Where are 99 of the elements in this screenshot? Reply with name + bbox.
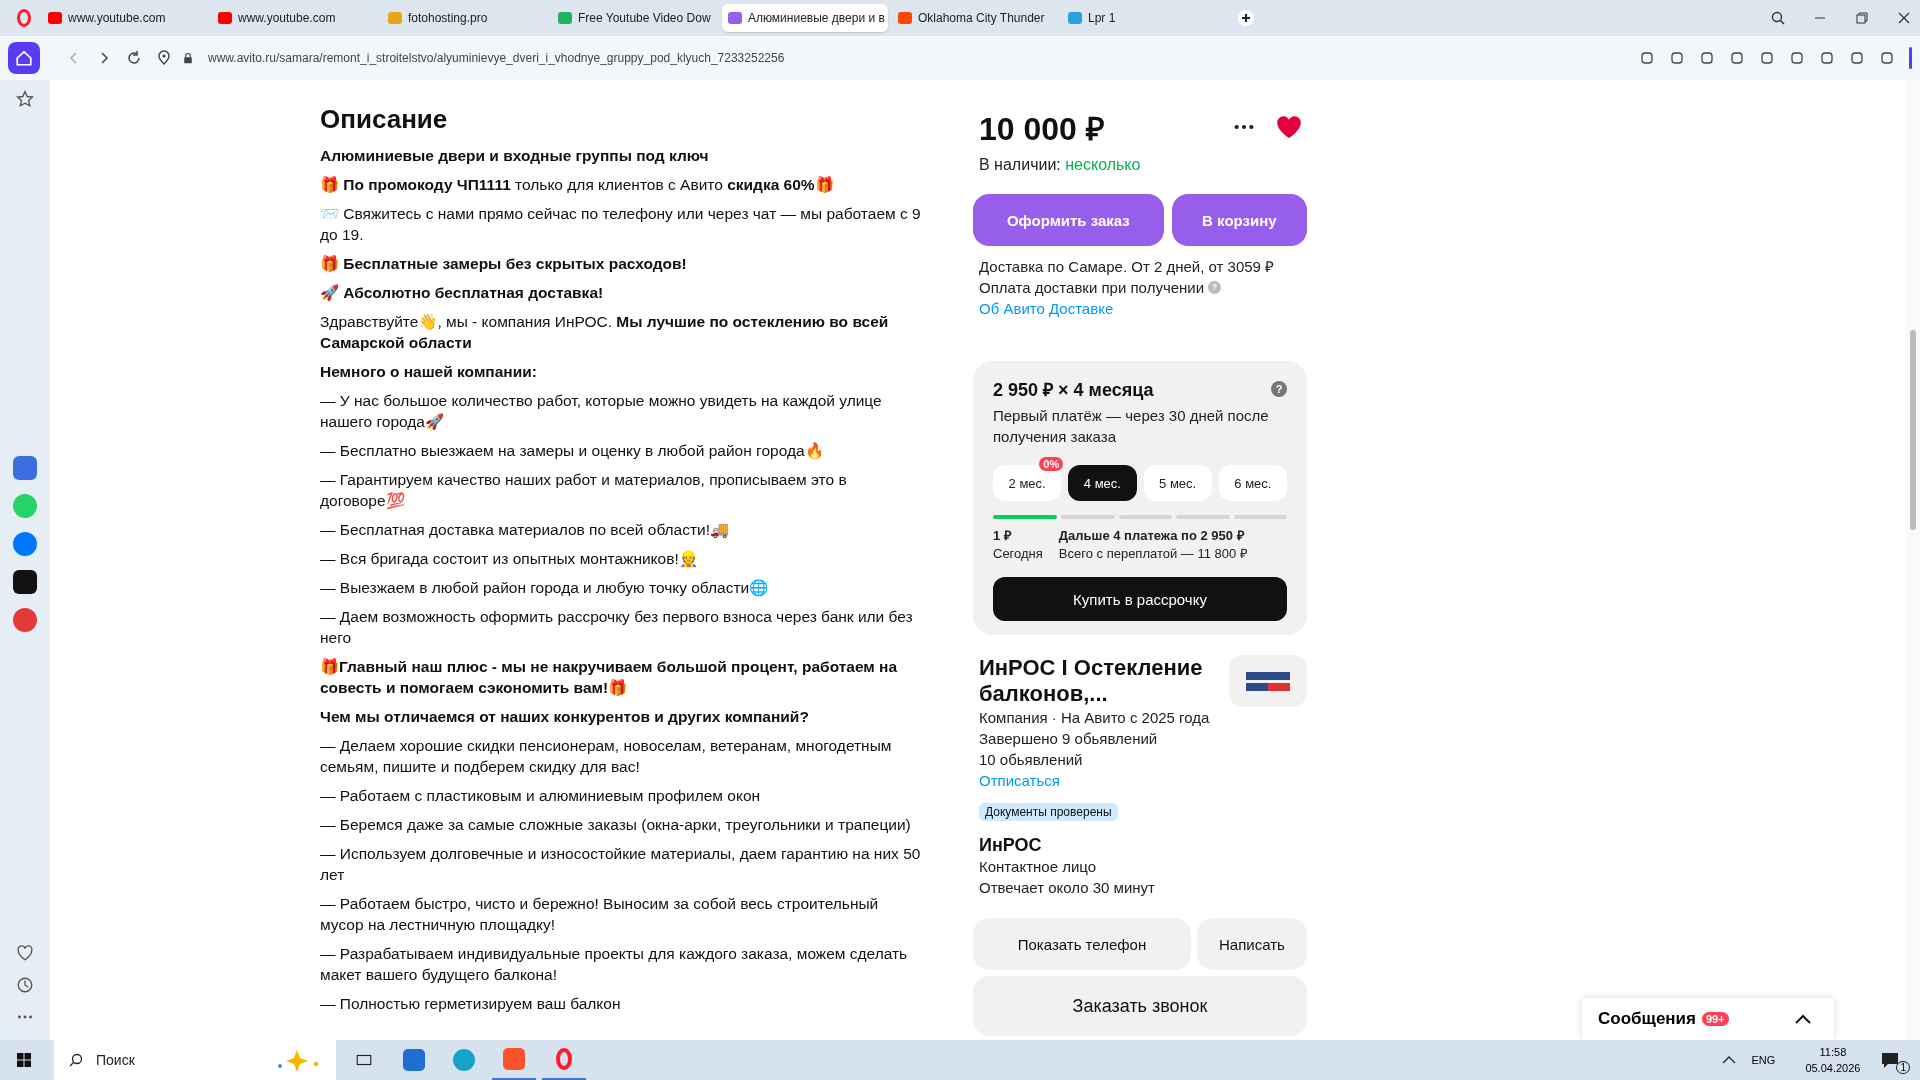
description-paragraph: — У нас большое количество работ, которые можно увидеть на каждой улице нашего города🚀 — [320, 391, 883, 432]
browser-tab[interactable]: Lpr 1 — [1062, 4, 1228, 32]
installment-title: 2 950 ₽ × 4 месяца — [993, 379, 1154, 401]
music-app-icon[interactable] — [13, 608, 37, 632]
browser-tab[interactable]: Алюминиевые двери и в — [722, 4, 888, 32]
location-pin-icon[interactable] — [156, 50, 172, 66]
notification-count: 1 — [1896, 1060, 1910, 1074]
chevron-up-icon[interactable] — [1721, 1055, 1736, 1065]
new-tab-icon[interactable] — [1238, 10, 1254, 26]
description-paragraph: — Бесплатная доставка материалов по всей области!🚚 — [320, 520, 731, 540]
search-icon[interactable] — [1770, 10, 1786, 26]
search-icon — [68, 1052, 84, 1068]
notification-center-icon[interactable] — [1880, 1051, 1901, 1069]
search-field[interactable]: Поиск — [94, 1051, 218, 1069]
site-favicon-icon — [898, 12, 912, 24]
verified-badge: Документы проверены — [979, 803, 1118, 821]
description-paragraph: Чем мы отличаемся от наших конкурентов и других компаний? — [320, 707, 810, 727]
description-paragraph: — Разрабатываем индивидуальные проекты для каждого заказа, можем сделать макет вашего будущего балкона! — [320, 944, 909, 985]
site-favicon-icon — [218, 12, 232, 24]
windows-start-icon[interactable] — [16, 1052, 32, 1068]
heart-outline-icon[interactable] — [16, 944, 34, 962]
description-paragraph: — Даем возможность оформить рассрочку без первого взноса через банк или без него — [320, 607, 914, 648]
call-button[interactable]: Заказать звонок — [973, 976, 1307, 1036]
browser-tab[interactable]: fotohosting.pro — [382, 4, 548, 32]
chevron-up-icon[interactable] — [1794, 1013, 1812, 1025]
close-icon[interactable] — [1896, 10, 1912, 26]
contact-button[interactable]: Написать — [1196, 918, 1307, 970]
x-app-icon[interactable] — [13, 570, 37, 594]
description-paragraph: 📨 Свяжитесь с нами прямо сейчас по телефону или через чат — мы работаем с 9 до 19. — [320, 204, 922, 245]
seller-info: Завершено 9 обьявлений — [978, 729, 1159, 749]
description-paragraph: 🚀 Абсолютно бесплатная доставка! — [320, 283, 605, 303]
description-paragraph: 🎁Главный наш плюс - мы не накручиваем большой процент, работаем на совесть и помогаем сэкономить вам!🎁 — [320, 657, 899, 698]
payment-info: Оплата доставки при получении — [979, 278, 1205, 298]
lock-icon — [182, 52, 194, 64]
favorite-heart-icon[interactable] — [1277, 116, 1301, 138]
browser-tab[interactable]: Free Youtube Video Dow — [552, 4, 718, 32]
browser-tab[interactable]: www.youtube.com — [42, 4, 208, 32]
term-tab[interactable]: 5 мес. — [1143, 465, 1212, 501]
description-paragraph: — Вся бригада состоит из опытных монтажников!👷 — [320, 549, 699, 569]
star-icon[interactable] — [16, 90, 34, 108]
discount-badge: 0% — [1039, 457, 1064, 471]
site-favicon-icon — [388, 12, 402, 24]
help-icon[interactable]: ? — [1271, 381, 1287, 397]
delivery-info: Доставка по Самаре. От 2 дней, от 3059 ₽ — [978, 257, 1276, 277]
site-favicon-icon — [48, 12, 62, 24]
home-icon[interactable] — [8, 42, 40, 74]
description-paragraph: — Гарантируем качество наших работ и материалов, прописываем это в договоре💯 — [320, 470, 848, 511]
messages-widget[interactable]: Сообщения 99+ — [1582, 998, 1834, 1040]
app-store-icon[interactable] — [13, 456, 37, 480]
unread-badge: 99+ — [1702, 1012, 1729, 1026]
price: 10 000 ₽ — [979, 109, 1106, 149]
address-field[interactable]: www.avito.ru/samara/remont_i_stroitelstvo/alyuminievye_dveri_i_vhodnye_gruppy_pod_klyuch_7233252256 — [208, 51, 785, 65]
description-paragraph: 🎁 По промокоду ЧП1111 только для клиентов с Авито скидка 60%🎁 — [320, 175, 835, 195]
language-indicator[interactable]: ENG — [1751, 1054, 1776, 1066]
stock-value: несколько — [1065, 156, 1141, 173]
company-logo-icon[interactable] — [1229, 655, 1307, 707]
purchase-button[interactable]: Оформить заказ — [973, 194, 1164, 246]
seller-info: 10 обьявлений — [978, 750, 1084, 770]
social-app-icon[interactable] — [13, 532, 37, 556]
history-icon[interactable] — [16, 976, 34, 994]
description-paragraph: 🎁 Бесплатные замеры без скрытых расходов! — [320, 254, 688, 274]
clock-time: 11:58 — [1819, 1045, 1847, 1060]
total-amount: Всего с переплатой — 11 800 ₽ — [1058, 545, 1248, 563]
description-paragraph: — Работаем с пластиковым и алюминиевым профилем окон — [320, 786, 762, 806]
description-heading: Описание — [320, 104, 449, 135]
description-paragraph: — Работаем быстро, чисто и бережно! Выносим за собой весь строительный мусор на лестничную площадку! — [320, 894, 880, 935]
restore-icon[interactable] — [1854, 10, 1870, 26]
contact-button[interactable]: Показать телефон — [973, 918, 1191, 970]
purchase-button[interactable]: В корзину — [1171, 194, 1307, 246]
contact-role: Контактное лицо — [978, 857, 1098, 877]
site-favicon-icon — [558, 12, 572, 24]
contact-name: ИнРОС — [978, 835, 1043, 856]
term-tab[interactable]: 6 мес. — [1218, 465, 1287, 501]
term-tab[interactable]: 4 мес. — [1068, 465, 1137, 501]
description-paragraph: — Выезжаем в любой район города и любую точку области🌐 — [320, 578, 770, 598]
clock-date: 05.04.2026 — [1805, 1061, 1861, 1076]
description-paragraph: — Используем долговечные и износостойкие материалы, даем гарантию на них 50 лет — [320, 844, 922, 885]
today-label: Сегодня — [993, 545, 1043, 563]
seller-info: Компания · На Авито с 2025 года — [978, 708, 1211, 728]
description-paragraph: Алюминиевые двери и входные группы под ключ — [320, 146, 710, 166]
site-favicon-icon — [1068, 12, 1082, 24]
description-paragraph: — Делаем хорошие скидки пенсионерам, новоселам, ветеранам, многодетным семьям, пишите и подберем скидку для вас! — [320, 736, 893, 777]
installment-button[interactable]: Купить в рассрочку — [993, 577, 1287, 621]
description-paragraph: — Полностью герметизируем ваш балкон — [320, 994, 622, 1014]
stock-label: В наличии: — [979, 156, 1061, 173]
next-payments: Дальше 4 платежа по 2 950 ₽ — [1058, 527, 1246, 545]
installment-subtitle: Первый платёж — через 30 дней после получения заказа — [993, 406, 1270, 447]
more-options-icon[interactable] — [1233, 123, 1255, 131]
description-paragraph: Здравствуйте👋, мы - компания ИнРОС. Мы лучшие по остеклению во всей Самарской области — [320, 312, 890, 353]
description-paragraph: — Беремся даже за самые сложные заказы (окна-арки, треугольники и трапеции) — [320, 815, 912, 835]
response-time: Отвечает около 30 минут — [978, 878, 1156, 898]
browser-tab[interactable]: www.youtube.com — [212, 4, 378, 32]
reload-icon[interactable] — [126, 50, 142, 66]
description-paragraph: Немного о нашей компании: — [320, 362, 538, 382]
description-paragraph: — Бесплатно выезжаем на замеры и оценку в любой район города🔥 — [320, 441, 825, 461]
today-amount: 1 ₽ — [993, 527, 1013, 545]
site-favicon-icon — [728, 12, 742, 24]
seller-name[interactable]: ИнРОС I Остекление балконов,... — [979, 655, 1221, 707]
browser-tab[interactable]: Oklahoma City Thunder — [892, 4, 1058, 32]
